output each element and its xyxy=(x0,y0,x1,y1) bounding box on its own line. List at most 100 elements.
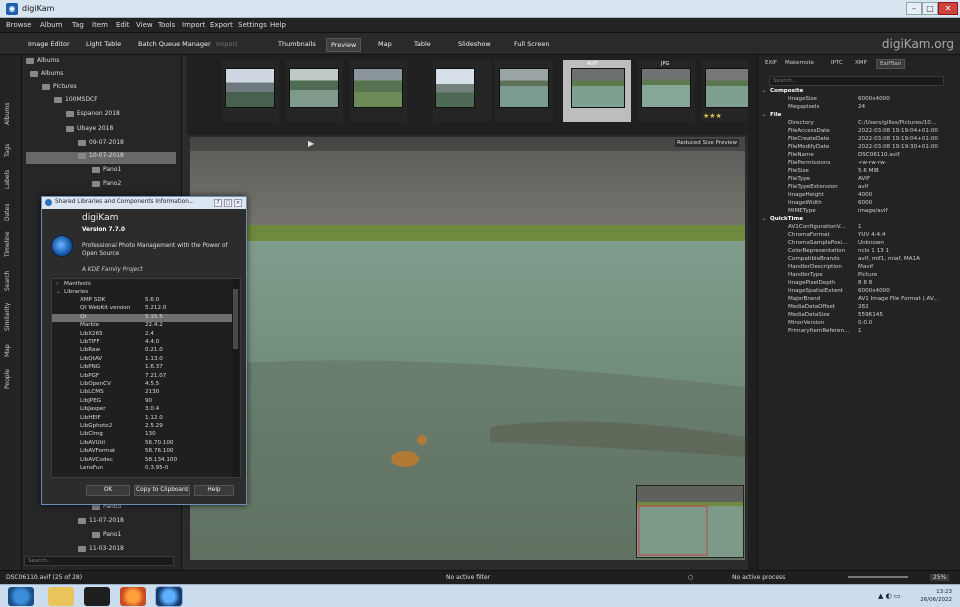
menu-export[interactable]: Export xyxy=(210,21,233,29)
library-row[interactable]: Qt 5.15.5 xyxy=(52,313,232,322)
album-11-07[interactable]: 11-07-2018 xyxy=(78,517,124,529)
map-view-button[interactable]: Map xyxy=(378,40,392,48)
copy-to-clipboard-button[interactable]: Copy to Clipboard xyxy=(134,485,190,496)
firefox-icon[interactable] xyxy=(120,587,146,606)
thumbnail[interactable] xyxy=(349,60,407,122)
tab-people[interactable]: People xyxy=(4,369,11,389)
library-row[interactable]: LibAVFormat 58.76.100 xyxy=(52,448,232,456)
collapse-icon[interactable]: ⌄ xyxy=(56,289,61,295)
library-row[interactable]: LibLCMS 2130 xyxy=(52,389,232,397)
library-row[interactable]: Marble 22.4.2 xyxy=(52,322,232,330)
tab-albums[interactable]: Albums xyxy=(4,103,11,125)
library-row[interactable]: LibAVUtil 56.70.100 xyxy=(52,440,232,448)
library-row[interactable]: LibRaw 0.21.0 xyxy=(52,347,232,355)
collapse-icon[interactable]: ⌄ xyxy=(762,88,767,94)
tab-exif[interactable]: EXIF xyxy=(762,59,780,67)
library-row[interactable]: LibX265 2.4 xyxy=(52,331,232,339)
dialog-help-icon[interactable]: ? xyxy=(214,199,222,207)
import-button[interactable]: Import xyxy=(216,40,238,48)
tab-search[interactable]: Search xyxy=(4,270,11,291)
album-pano1-b[interactable]: Pano1 xyxy=(92,531,121,543)
tab-exiftool[interactable]: ExifTool xyxy=(876,59,905,69)
album-10-07-selected[interactable]: 10-07-2018 xyxy=(26,152,176,164)
thumbnail-selected[interactable]: AVIF xyxy=(563,60,631,122)
library-row[interactable]: LibPGF 7.21.07 xyxy=(52,373,232,381)
close-button[interactable]: ✕ xyxy=(938,2,958,15)
light-table-button[interactable]: Light Table xyxy=(86,40,121,48)
library-row[interactable]: LibCImg 130 xyxy=(52,431,232,439)
album-espanon[interactable]: Espanon 2018 xyxy=(66,110,120,122)
dialog-maximize-icon[interactable]: □ xyxy=(224,199,232,207)
navigation-minimap[interactable] xyxy=(636,485,744,558)
thumbnails-button[interactable]: Thumbnails xyxy=(278,40,316,48)
tab-iptc[interactable]: IPTC xyxy=(828,59,846,67)
menu-help[interactable]: Help xyxy=(270,21,286,29)
menu-view[interactable]: View xyxy=(136,21,153,29)
library-row[interactable]: LibQtAV 1.13.0 xyxy=(52,356,232,364)
components-scrollbar[interactable] xyxy=(232,279,239,477)
thumbnail[interactable] xyxy=(433,60,491,122)
maximize-button[interactable]: □ xyxy=(922,2,938,15)
full-screen-button[interactable]: Full Screen xyxy=(514,40,550,48)
components-list[interactable]: › Manifests ⌄ Libraries XMP SDK 5.6.0 Qt Web… xyxy=(51,278,241,478)
menu-album[interactable]: Album xyxy=(40,21,62,29)
tray-icons[interactable]: ▲ ◐ ▭ xyxy=(878,592,901,600)
menu-import[interactable]: Import xyxy=(182,21,205,29)
metadata-search-input[interactable]: Search... xyxy=(769,76,944,86)
collapse-icon[interactable]: ⌄ xyxy=(762,216,767,222)
preview-button[interactable]: Preview xyxy=(326,38,362,52)
library-row[interactable]: LibPNG 1.6.37 xyxy=(52,364,232,372)
album-search-input[interactable]: Search... xyxy=(24,556,174,566)
slideshow-button[interactable]: Slideshow xyxy=(458,40,491,48)
album-pano1[interactable]: Pano1 xyxy=(92,166,121,178)
image-editor-button[interactable]: Image Editor xyxy=(28,40,70,48)
batch-queue-button[interactable]: Batch Queue Manager xyxy=(138,40,211,48)
tab-labels[interactable]: Labels xyxy=(4,170,11,189)
tab-makernote[interactable]: Makernote xyxy=(782,59,817,67)
help-button[interactable]: Help xyxy=(194,485,234,496)
menu-edit[interactable]: Edit xyxy=(116,21,130,29)
album-pano2[interactable]: Pano2 xyxy=(92,180,121,192)
tab-map[interactable]: Map xyxy=(4,344,11,357)
status-filter[interactable]: No active filter xyxy=(446,574,490,581)
menu-tag[interactable]: Tag xyxy=(72,21,84,29)
tab-dates[interactable]: Dates xyxy=(4,204,11,221)
album-09-07[interactable]: 09-07-2018 xyxy=(78,139,124,151)
library-row[interactable]: LibHEIF 1.12.0 xyxy=(52,415,232,423)
library-row[interactable]: LibJPEG 90 xyxy=(52,398,232,406)
ok-button[interactable]: OK xyxy=(86,485,130,496)
metadata-group[interactable]: ⌄ Composite xyxy=(758,88,954,96)
menu-item[interactable]: Item xyxy=(92,21,108,29)
list-group-manifests[interactable]: › Manifests xyxy=(52,281,232,289)
album-ubaye[interactable]: Ubaye 2018 xyxy=(66,125,113,137)
terminal-icon[interactable] xyxy=(84,587,110,606)
minimize-button[interactable]: – xyxy=(906,2,922,15)
digikam-taskbar-icon[interactable] xyxy=(155,586,183,607)
album-100msdcf[interactable]: 100MSDCF xyxy=(54,96,98,108)
tab-similarity[interactable]: Similarity xyxy=(4,303,11,331)
thumbnail[interactable] xyxy=(221,60,279,122)
library-row[interactable]: LibOpenCV 4.5.5 xyxy=(52,381,232,389)
zoom-slider[interactable] xyxy=(848,576,908,578)
metadata-group[interactable]: ⌄ File xyxy=(758,112,954,120)
start-button-icon[interactable] xyxy=(8,587,34,606)
dialog-close-icon[interactable]: ✕ xyxy=(234,199,242,207)
zoom-level[interactable]: 25% xyxy=(930,574,950,581)
album-pictures[interactable]: Pictures xyxy=(42,83,77,95)
menu-tools[interactable]: Tools xyxy=(158,21,175,29)
play-icon[interactable]: ▶ xyxy=(308,139,314,148)
tab-timeline[interactable]: Timeline xyxy=(4,231,11,257)
scrollbar-thumb[interactable] xyxy=(233,289,238,349)
list-group-libraries[interactable]: ⌄ Libraries xyxy=(52,289,232,297)
library-row[interactable]: LibAVCodec 58.134.100 xyxy=(52,457,232,465)
library-row[interactable]: LensFun 0.3.95-0 xyxy=(52,465,232,473)
table-view-button[interactable]: Table xyxy=(414,40,431,48)
expand-icon[interactable]: › xyxy=(56,281,58,287)
menu-browse[interactable]: Browse xyxy=(6,21,32,29)
system-clock[interactable]: 13:23 26/06/2022 xyxy=(920,588,952,604)
library-row[interactable]: Qt WebKit version 5.212.0 xyxy=(52,305,232,313)
tab-xmp[interactable]: XMP xyxy=(852,59,870,67)
menu-settings[interactable]: Settings xyxy=(238,21,267,29)
metadata-group[interactable]: ⌄ QuickTime xyxy=(758,216,954,224)
library-row[interactable]: LibGphoto2 2.5.29 xyxy=(52,423,232,431)
